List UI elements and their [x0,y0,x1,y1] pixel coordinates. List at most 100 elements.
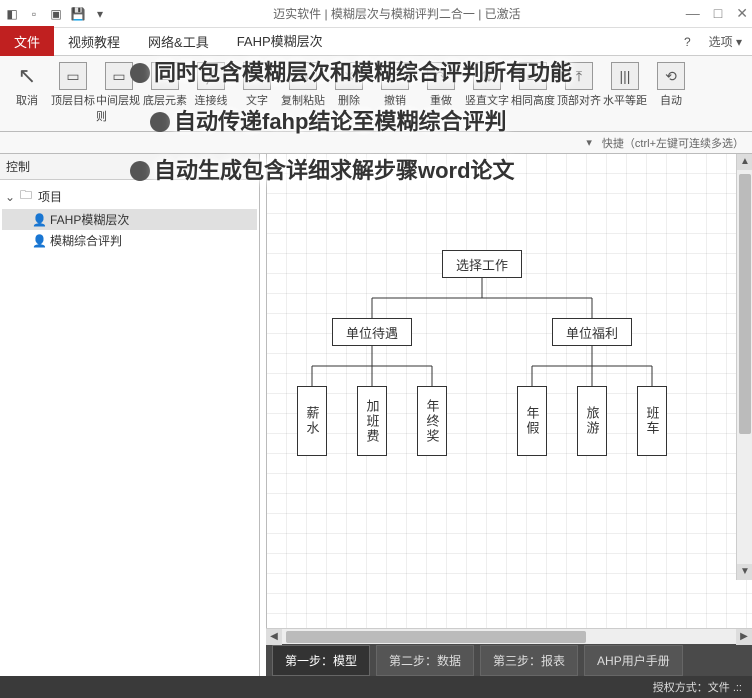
ribbon-文字[interactable]: T 文字 [234,60,280,108]
ribbon-label: 删除 [338,92,360,108]
node-leaf[interactable]: 薪水 [297,386,327,456]
ribbon-icon: ╱ [197,62,225,90]
ribbon-label: 重做 [430,92,452,108]
scroll-thumb[interactable] [739,174,751,434]
ribbon-sub-dropdown[interactable]: ▾ [586,136,592,149]
quick-access-toolbar: ◧ ▫ ▣ 💾 ▾ [4,6,108,22]
title-bar: ◧ ▫ ▣ 💾 ▾ 迈实软件 | 模糊层次与模糊评判二合一 | 已激活 — □ … [0,0,752,28]
ribbon-icon: ⤒ [565,62,593,90]
ribbon-icon: ▭ [151,62,179,90]
tab-network[interactable]: 网络&工具 [134,26,223,57]
node-mid-1[interactable]: 单位待遇 [332,318,412,346]
tree-item-fahp[interactable]: 👤 FAHP模糊层次 [2,209,257,230]
window-title: 迈实软件 | 模糊层次与模糊评判二合一 | 已激活 [108,5,686,22]
ribbon-label: 相同高度 [511,92,555,108]
ribbon-撤销[interactable]: ↶撤销 [372,60,418,108]
tree-root[interactable]: ⌄ 🗀 项目 [2,184,257,209]
ribbon-连接线[interactable]: ╱ 连接线 [188,60,234,108]
tab-fahp[interactable]: FAHP模糊层次 [223,25,337,58]
body: 控制 ⌄ 🗀 项目 👤 FAHP模糊层次 👤 模糊综合评判 [0,154,752,676]
ribbon-自动[interactable]: ⟲ 自动 [648,60,694,108]
ribbon-底层元素[interactable]: ▭底层元素 [142,60,188,108]
tree-toggle-icon[interactable]: ⌄ [4,190,16,204]
node-leaf[interactable]: 年终奖 [417,386,447,456]
ribbon-icon: ⟲ [657,62,685,90]
tree-root-label: 项目 [38,188,62,205]
minimize-button[interactable]: — [686,5,700,22]
shortcut-hint: 快捷（ctrl+左键可连续多选） [602,135,744,151]
node-root[interactable]: 选择工作 [442,250,522,278]
close-button[interactable]: ✕ [736,5,748,22]
ribbon-sub-row: ▾ 快捷（ctrl+左键可连续多选） [0,132,752,154]
ribbon-label: 自动 [660,92,682,108]
scroll-right-icon[interactable]: ▶ [736,629,752,645]
node-mid-2[interactable]: 单位福利 [552,318,632,346]
help-button[interactable]: ? [676,35,699,49]
ribbon-中间层规则[interactable]: ▭中间层规则 [96,60,142,124]
step-0[interactable]: 第一步：模型 [272,645,370,676]
node-leaf[interactable]: 加班费 [357,386,387,456]
sidebar: 控制 ⌄ 🗀 项目 👤 FAHP模糊层次 👤 模糊综合评判 [0,154,260,676]
status-text: 授权方式：文件 .:: [653,679,742,695]
maximize-button[interactable]: □ [714,5,722,22]
qat-new-icon[interactable]: ▫ [26,6,42,22]
scroll-left-icon[interactable]: ◀ [266,629,282,645]
step-1[interactable]: 第二步：数据 [376,645,474,676]
ribbon-相同高度[interactable]: ▭相同高度 [510,60,556,108]
ribbon: ↖取消▭顶层目标▭中间层规则▭底层元素╱连接线T文字⧉复制粘贴✕删除↶撤销↷重做… [0,56,752,132]
ribbon-icon: ⇅ [473,62,501,90]
ribbon-竖直文字[interactable]: ⇅ 竖直文字 [464,60,510,108]
options-button[interactable]: 选项 ▾ [699,33,752,50]
step-2[interactable]: 第三步：报表 [480,645,578,676]
ribbon-tabs: 文件 视频教程 网络&工具 FAHP模糊层次 ? 选项 ▾ [0,28,752,56]
step-3[interactable]: AHP用户手册 [584,645,683,676]
canvas[interactable]: 选择工作 单位待遇 单位福利 薪水 加班费 年终奖 年假 旅游 班车 ▲ ▼ [266,154,752,628]
ribbon-label: 连接线 [195,92,228,108]
tree-item-label: FAHP模糊层次 [50,211,129,228]
ribbon-重做[interactable]: ↷ 重做 [418,60,464,108]
step-bar: 第一步：模型第二步：数据第三步：报表AHP用户手册 [266,644,752,676]
connector-lines [267,154,752,628]
node-leaf[interactable]: 旅游 [577,386,607,456]
ribbon-label: 顶层目标 [51,92,95,108]
app-icon: ◧ [4,6,20,22]
node-leaf[interactable]: 年假 [517,386,547,456]
tab-video[interactable]: 视频教程 [54,26,134,57]
qat-save-icon[interactable]: 💾 [70,6,86,22]
sidebar-header: 控制 [0,154,259,180]
ribbon-icon: ✕ [335,62,363,90]
qat-dropdown-icon[interactable]: ▾ [92,6,108,22]
folder-icon: 🗀 [20,186,34,207]
tree-item-label: 模糊综合评判 [50,232,122,249]
canvas-vertical-scrollbar[interactable]: ▲ ▼ [736,154,752,580]
ribbon-label: 复制粘贴 [281,92,325,108]
ribbon-icon: ⧉ [289,62,317,90]
ribbon-icon: T [243,62,271,90]
ribbon-icon: ↷ [427,62,455,90]
canvas-horizontal-scrollbar[interactable]: ◀ ▶ [266,628,752,644]
canvas-area: 选择工作 单位待遇 单位福利 薪水 加班费 年终奖 年假 旅游 班车 ▲ ▼ ◀… [260,154,752,676]
ribbon-icon: ↖ [13,62,41,90]
scroll-up-icon[interactable]: ▲ [737,154,752,170]
ribbon-label: 顶部对齐 [557,92,601,108]
ribbon-复制粘贴[interactable]: ⧉ 复制粘贴 [280,60,326,108]
status-bar: 授权方式：文件 .:: [0,676,752,698]
node-leaf[interactable]: 班车 [637,386,667,456]
person-icon: 👤 [32,234,46,248]
ribbon-icon: ↶ [381,62,409,90]
ribbon-label: 取消 [16,92,38,108]
ribbon-label: 竖直文字 [465,92,509,108]
tree: ⌄ 🗀 项目 👤 FAHP模糊层次 👤 模糊综合评判 [0,180,259,255]
ribbon-label: 中间层规则 [96,92,142,124]
ribbon-删除[interactable]: ✕ 删除 [326,60,372,108]
ribbon-label: 文字 [246,92,268,108]
ribbon-取消[interactable]: ↖ 取消 [4,60,50,108]
ribbon-顶层目标[interactable]: ▭顶层目标 [50,60,96,108]
tree-item-fce[interactable]: 👤 模糊综合评判 [2,230,257,251]
ribbon-顶部对齐[interactable]: ⤒ 顶部对齐 [556,60,602,108]
scroll-thumb[interactable] [286,631,586,643]
ribbon-水平等距[interactable]: |||水平等距 [602,60,648,108]
tab-file[interactable]: 文件 [0,26,54,57]
qat-open-icon[interactable]: ▣ [48,6,64,22]
scroll-down-icon[interactable]: ▼ [737,564,752,580]
